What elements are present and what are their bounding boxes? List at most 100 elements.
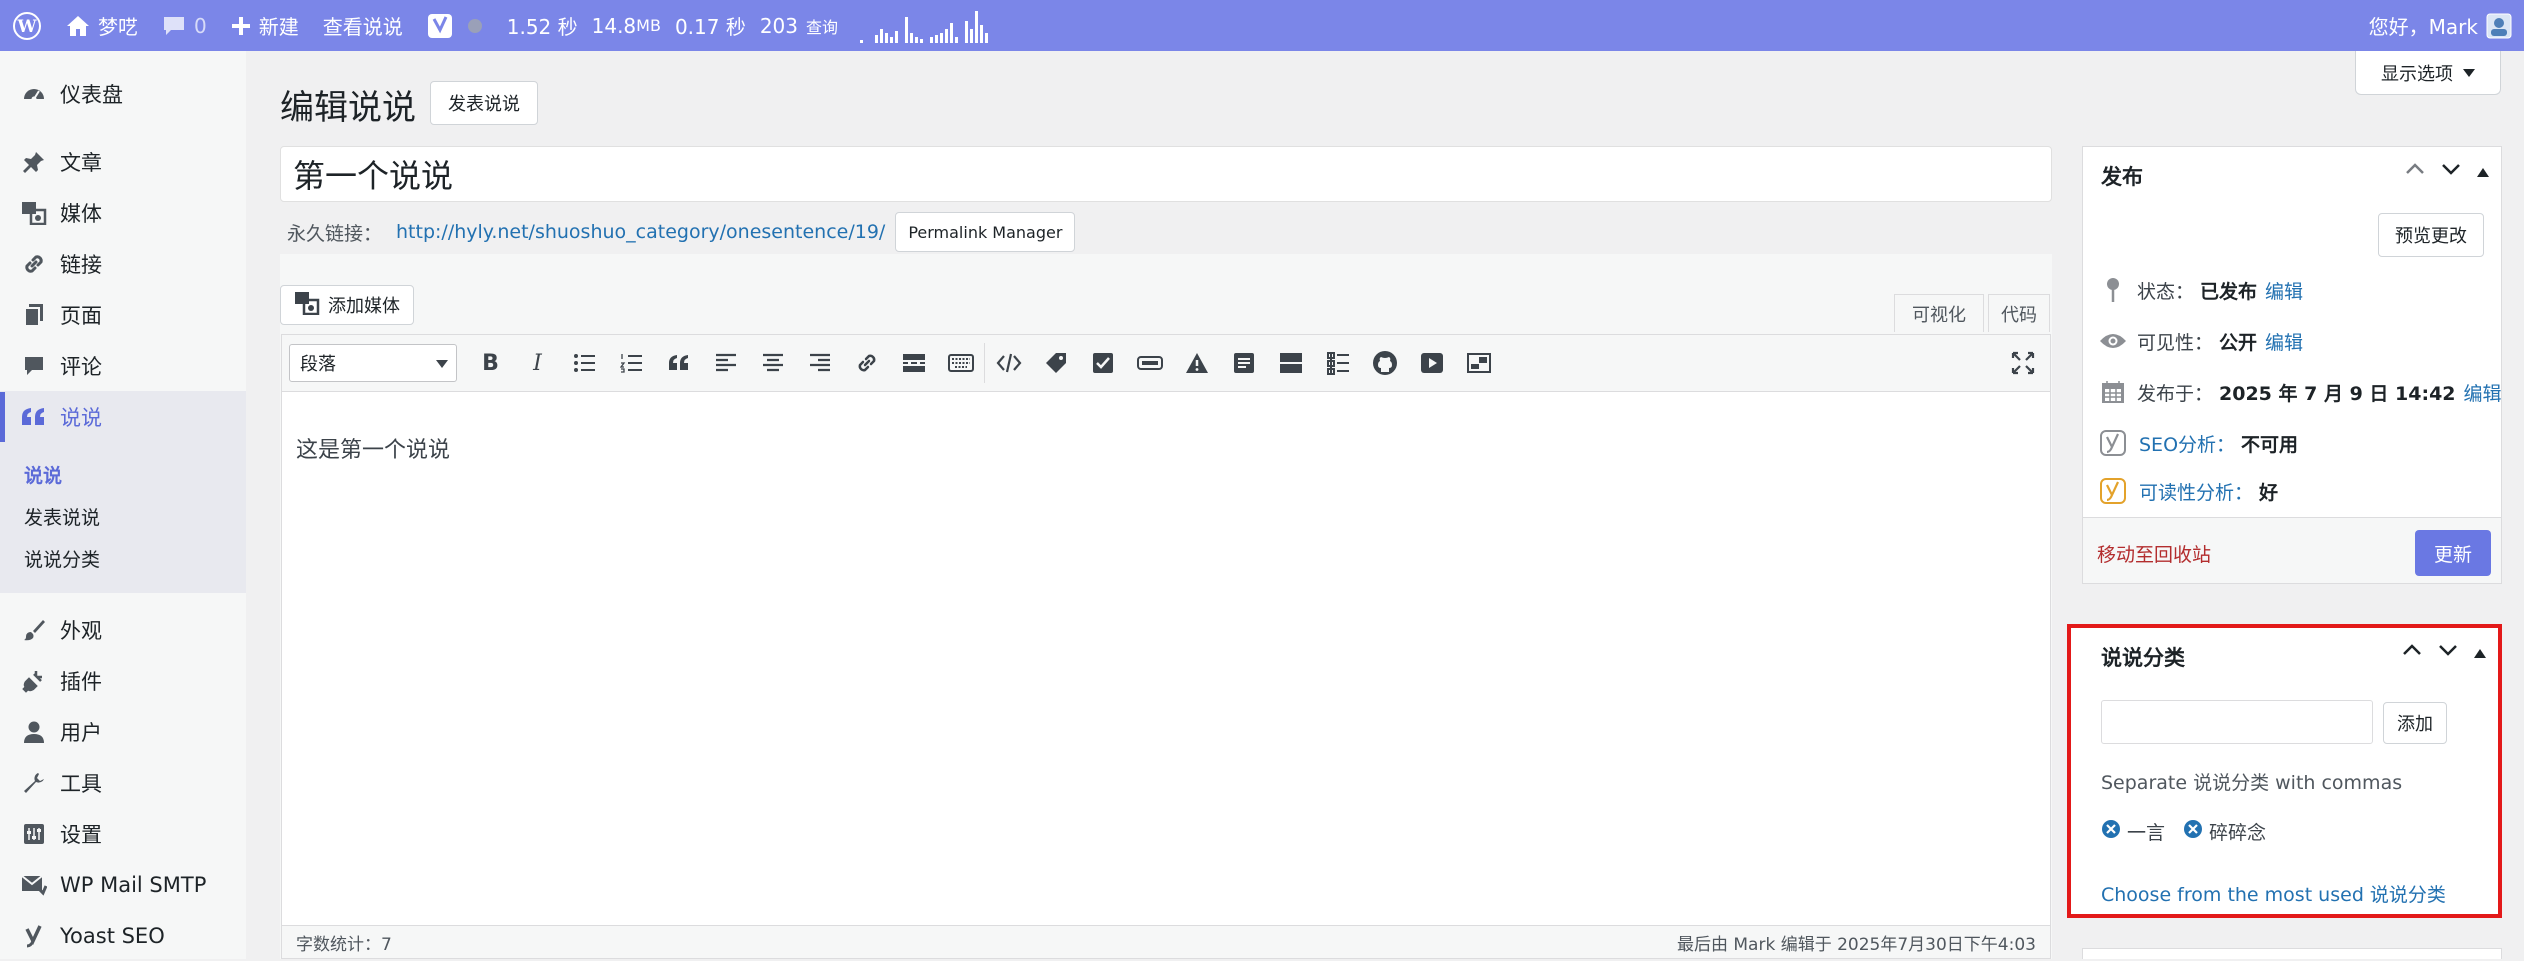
- yoast-menu[interactable]: [415, 0, 495, 51]
- new-content-link[interactable]: 新建: [219, 0, 311, 51]
- align-left-button[interactable]: [702, 343, 749, 383]
- link-icon: [858, 354, 875, 372]
- submenu-item-add-shuoshuo[interactable]: 发表说说: [24, 503, 100, 530]
- button-icon: [1136, 356, 1163, 370]
- embed-button[interactable]: [1455, 343, 1502, 383]
- collapse-panel-button[interactable]: [1267, 343, 1314, 383]
- remove-tag-icon[interactable]: [2183, 819, 2203, 844]
- tag-button[interactable]: [1032, 343, 1079, 383]
- move-to-trash-link[interactable]: 移动至回收站: [2097, 540, 2211, 567]
- align-center-button[interactable]: [749, 343, 796, 383]
- sidebar-item-shuoshuo[interactable]: 说说: [0, 392, 246, 442]
- keyboard-icon: [947, 354, 974, 372]
- permalink-url-link[interactable]: http://hyly.net/shuoshuo_category/onesen…: [396, 221, 885, 243]
- sidebar-item-wp-mail-smtp[interactable]: WP Mail SMTP: [0, 860, 246, 910]
- sidebar-item-dashboard[interactable]: 仪表盘: [0, 69, 246, 119]
- my-account-menu[interactable]: 您好，Mark: [2357, 0, 2524, 51]
- sidebar-item-comments[interactable]: 评论: [0, 341, 246, 391]
- yoast-readability-icon: [2097, 476, 2129, 506]
- github-button[interactable]: [1361, 343, 1408, 383]
- bold-icon: B: [482, 350, 499, 376]
- add-new-shuoshuo-button[interactable]: 发表说说: [430, 81, 538, 125]
- edit-status-link[interactable]: 编辑: [2265, 277, 2303, 304]
- add-media-button[interactable]: 添加媒体: [280, 285, 414, 325]
- comments-link[interactable]: 0: [150, 0, 219, 51]
- shuoshuo-category-box: 说说分类 添加 Separate 说说分类 with commas 一言 碎碎念…: [2067, 624, 2502, 918]
- sidebar-item-appearance[interactable]: 外观: [0, 605, 246, 655]
- edit-visibility-link[interactable]: 编辑: [2265, 328, 2303, 355]
- chevron-up-icon[interactable]: [2403, 159, 2427, 184]
- editor-content-area[interactable]: 这是第一个说说: [281, 392, 2051, 925]
- plus-icon: [231, 16, 251, 36]
- activity-sparkline[interactable]: [850, 9, 998, 43]
- code-button[interactable]: [985, 343, 1032, 383]
- read-more-button[interactable]: [890, 343, 937, 383]
- toolbar-toggle-button[interactable]: [937, 343, 984, 383]
- sidebar-item-media[interactable]: 媒体: [0, 188, 246, 238]
- update-button[interactable]: 更新: [2415, 530, 2491, 576]
- button-shortcode-button[interactable]: [1126, 343, 1173, 383]
- checkbox-button[interactable]: [1079, 343, 1126, 383]
- add-category-button[interactable]: 添加: [2383, 702, 2447, 744]
- fullscreen-button[interactable]: [1999, 343, 2046, 383]
- preview-changes-button[interactable]: 预览更改: [2378, 213, 2484, 257]
- screen-options-button[interactable]: 显示选项: [2355, 51, 2501, 95]
- blockquote-button[interactable]: [655, 343, 702, 383]
- sidebar-item-settings[interactable]: 设置: [0, 809, 246, 859]
- italic-button[interactable]: I: [514, 343, 561, 383]
- post-title-input[interactable]: 第一个说说: [280, 146, 2052, 202]
- pin-icon: [18, 146, 50, 178]
- sidebar-item-plugins[interactable]: 插件: [0, 656, 246, 706]
- checkbox-icon: [1092, 353, 1113, 373]
- sidebar-item-posts[interactable]: 文章: [0, 137, 246, 187]
- mail-icon: [18, 869, 50, 901]
- choose-most-used-link[interactable]: Choose from the most used 说说分类: [2101, 880, 2446, 907]
- note-button[interactable]: [1220, 343, 1267, 383]
- chevron-down-icon[interactable]: [2439, 159, 2463, 184]
- timeline-icon: [1326, 352, 1349, 375]
- edit-date-link[interactable]: 编辑: [2464, 379, 2502, 406]
- timeline-button[interactable]: [1314, 343, 1361, 383]
- sidebar-item-links[interactable]: 链接: [0, 239, 246, 289]
- github-icon: [1372, 351, 1397, 375]
- tab-visual[interactable]: 可视化: [1894, 294, 1984, 332]
- query-monitor-menu[interactable]: 1.52 秒 14.8 MB 0.17 秒 203 查询: [495, 0, 850, 51]
- video-button[interactable]: [1408, 343, 1455, 383]
- insert-link-button[interactable]: [843, 343, 890, 383]
- chevron-down-icon[interactable]: [2436, 640, 2460, 665]
- collapse-triangle-icon[interactable]: [2472, 641, 2488, 665]
- admin-sidebar: 仪表盘 文章 媒体 链接 页面 评论 说说 说说 发表说说 说说分类 外观 插件…: [0, 51, 246, 959]
- bold-button[interactable]: B: [467, 343, 514, 383]
- submenu-item-shuoshuo-categories[interactable]: 说说分类: [24, 545, 100, 572]
- media-icon: [18, 197, 50, 229]
- sidebar-item-pages[interactable]: 页面: [0, 290, 246, 340]
- sidebar-item-users[interactable]: 用户: [0, 707, 246, 757]
- bullet-list-button[interactable]: [561, 343, 608, 383]
- submenu-item-all-shuoshuo[interactable]: 说说: [24, 461, 62, 488]
- category-tag: 碎碎念: [2183, 818, 2266, 845]
- sidebar-item-yoast-seo[interactable]: Yoast SEO: [0, 911, 246, 961]
- new-category-input[interactable]: [2101, 700, 2373, 744]
- chevron-up-icon[interactable]: [2400, 640, 2424, 665]
- site-name-link[interactable]: 梦呓: [54, 0, 150, 51]
- paragraph-format-select[interactable]: 段落: [289, 344, 457, 382]
- view-shuoshuo-link[interactable]: 查看说说: [311, 0, 415, 51]
- dashboard-icon: [18, 78, 50, 110]
- numbered-list-button[interactable]: [608, 343, 655, 383]
- permalink-manager-button[interactable]: Permalink Manager: [895, 212, 1076, 252]
- remove-tag-icon[interactable]: [2101, 819, 2121, 844]
- editor-toolbar: 段落 B I: [281, 334, 2051, 392]
- seo-analysis-row: SEO分析： 不可用: [2097, 428, 2304, 458]
- category-box-handles: [2400, 640, 2488, 665]
- tab-code[interactable]: 代码: [1988, 294, 2050, 332]
- warning-button[interactable]: [1173, 343, 1220, 383]
- fullscreen-icon: [2011, 351, 2034, 375]
- sidebar-item-tools[interactable]: 工具: [0, 758, 246, 808]
- collapse-triangle-icon[interactable]: [2475, 160, 2491, 184]
- yoast-icon: [427, 13, 453, 39]
- align-right-button[interactable]: [796, 343, 843, 383]
- wordpress-logo-icon[interactable]: W: [0, 0, 54, 51]
- note-icon: [1233, 353, 1254, 373]
- readability-analysis-link[interactable]: 可读性分析：: [2139, 478, 2253, 505]
- seo-analysis-link[interactable]: SEO分析：: [2139, 430, 2235, 457]
